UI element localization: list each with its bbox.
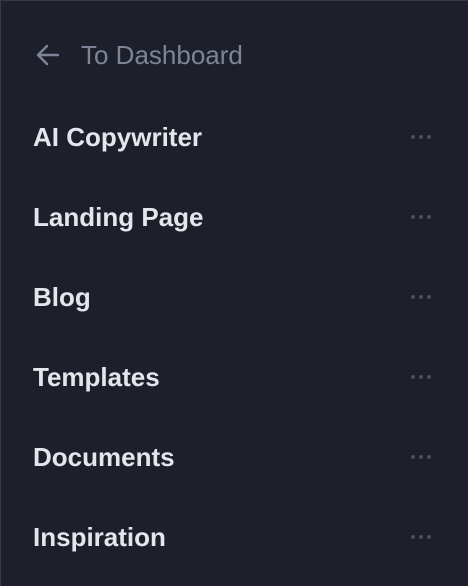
back-link-label: To Dashboard	[81, 39, 243, 70]
dot	[419, 375, 423, 379]
dot	[411, 375, 415, 379]
nav-item-inspiration[interactable]: Inspiration	[1, 497, 467, 577]
nav-item-label: AI Copywriter	[33, 121, 203, 152]
dot	[411, 295, 415, 299]
dot	[419, 535, 423, 539]
dot	[427, 535, 431, 539]
nav-item-templates[interactable]: Templates	[1, 337, 467, 417]
back-to-dashboard-link[interactable]: To Dashboard	[33, 37, 243, 73]
nav-item-ai-copywriter[interactable]: AI Copywriter	[1, 97, 467, 177]
nav-item-landing-page[interactable]: Landing Page	[1, 177, 467, 257]
more-horizontal-icon[interactable]	[403, 525, 439, 549]
nav-item-label: Templates	[33, 361, 160, 392]
nav-list: AI Copywriter Landing Page Blog Template…	[1, 97, 467, 577]
dot	[411, 135, 415, 139]
dot	[411, 455, 415, 459]
more-horizontal-icon[interactable]	[403, 445, 439, 469]
dot	[427, 215, 431, 219]
dot	[419, 215, 423, 219]
more-horizontal-icon[interactable]	[403, 125, 439, 149]
nav-item-label: Landing Page	[33, 201, 204, 232]
nav-item-blog[interactable]: Blog	[1, 257, 467, 337]
nav-item-documents[interactable]: Documents	[1, 417, 467, 497]
sidebar-panel: To Dashboard AI Copywriter Landing Page …	[0, 0, 468, 586]
dot	[411, 215, 415, 219]
dot	[419, 455, 423, 459]
dot	[411, 535, 415, 539]
dot	[419, 295, 423, 299]
nav-item-label: Blog	[33, 281, 91, 312]
arrow-left-icon	[33, 40, 63, 70]
dot	[427, 455, 431, 459]
more-horizontal-icon[interactable]	[403, 365, 439, 389]
dot	[427, 375, 431, 379]
nav-item-label: Inspiration	[33, 521, 166, 552]
more-horizontal-icon[interactable]	[403, 205, 439, 229]
dot	[427, 135, 431, 139]
dot	[427, 295, 431, 299]
nav-item-label: Documents	[33, 441, 175, 472]
dot	[419, 135, 423, 139]
more-horizontal-icon[interactable]	[403, 285, 439, 309]
